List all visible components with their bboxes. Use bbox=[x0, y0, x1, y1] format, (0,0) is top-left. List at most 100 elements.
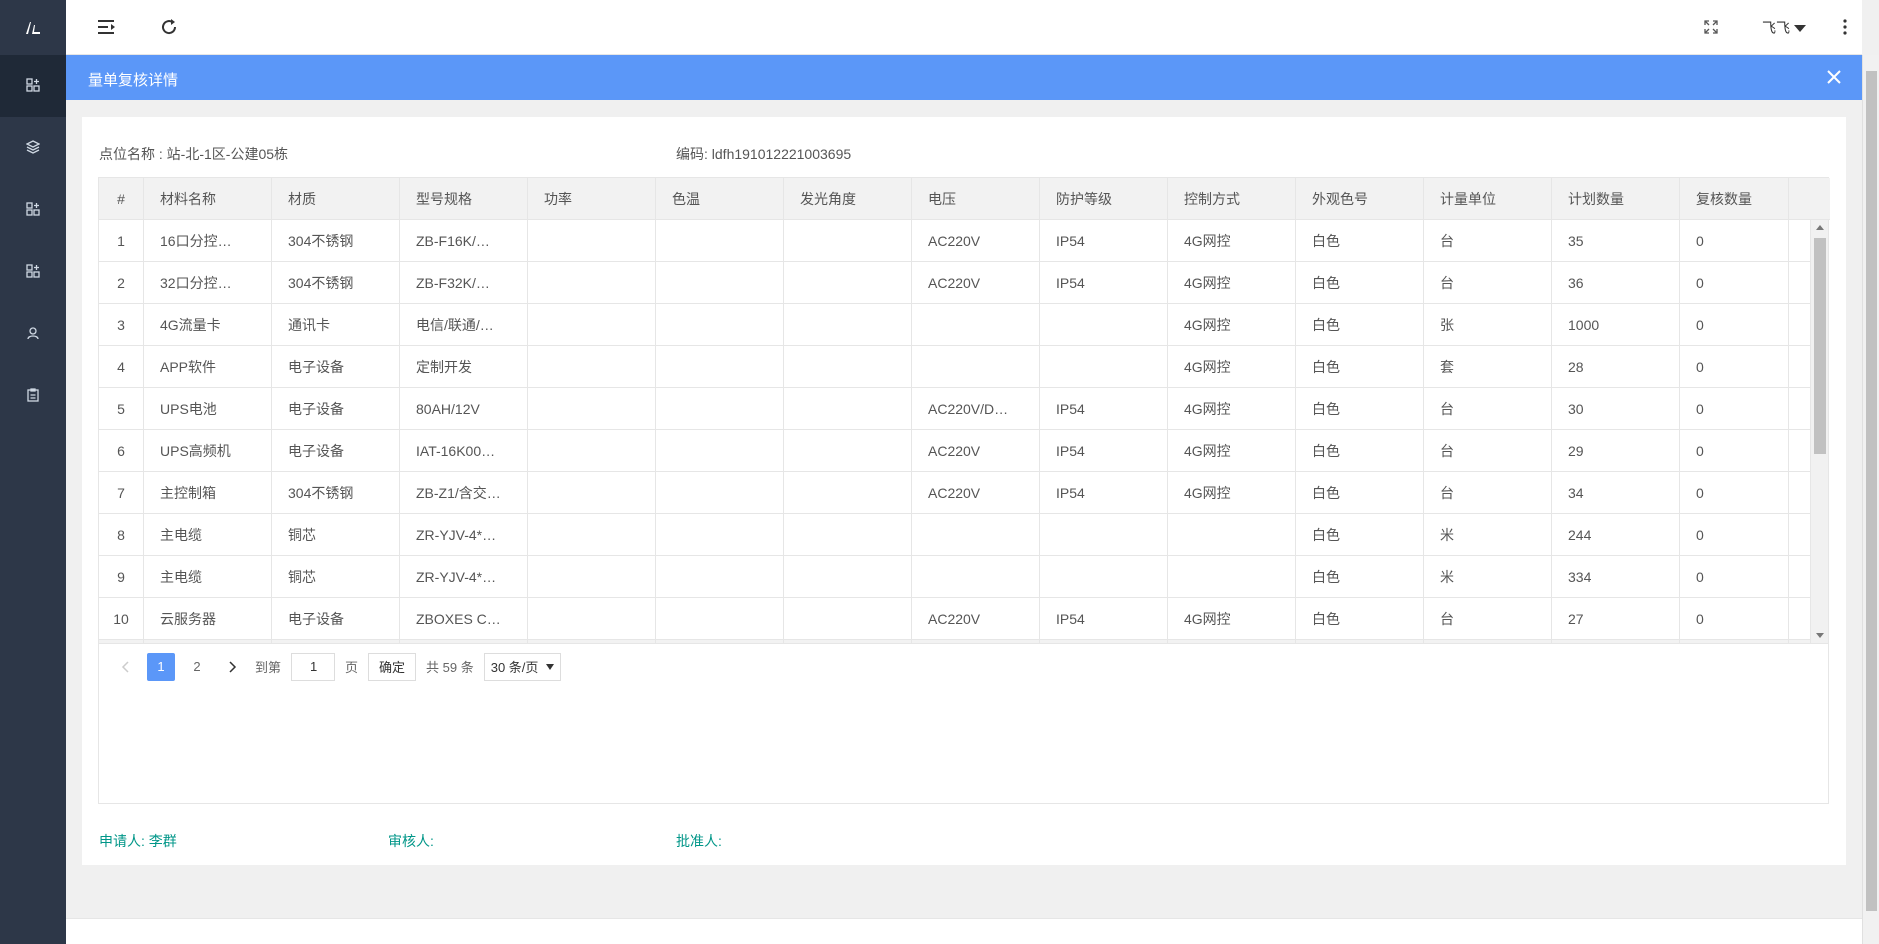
table-cell: IP54 bbox=[1040, 220, 1168, 261]
table-cell: 0 bbox=[1680, 556, 1789, 597]
table-cell: IP54 bbox=[1040, 472, 1168, 513]
column-header[interactable]: 材料名称 bbox=[144, 178, 272, 220]
table-cell bbox=[656, 598, 784, 639]
more-vertical-icon[interactable] bbox=[1834, 16, 1856, 38]
table-cell: IAT-16K00… bbox=[400, 430, 528, 471]
table-scrollbar[interactable] bbox=[1810, 220, 1828, 643]
table-cell bbox=[528, 472, 656, 513]
table-cell: ZBOXES C… bbox=[400, 598, 528, 639]
table-row[interactable]: 6 UPS高频机 电子设备 IAT-16K00… AC220V IP54 4G网控 白色台 29… bbox=[99, 430, 1811, 472]
table-cell: 白色 bbox=[1296, 220, 1424, 261]
app-logo[interactable] bbox=[0, 0, 66, 55]
chevron-down-icon bbox=[1794, 24, 1806, 32]
table-cell bbox=[656, 262, 784, 303]
table-cell: 28 bbox=[1552, 346, 1680, 387]
layers-icon bbox=[25, 139, 41, 157]
pagination: 1 2 到第 页 确定 共 59 条 30 条/页 bbox=[99, 643, 1828, 689]
table-cell: 白色 bbox=[1296, 262, 1424, 303]
table-row[interactable]: 1 16口分控… 304不锈钢 ZB-F16K/… AC220V IP54 4G网控 白色台 3… bbox=[99, 220, 1811, 262]
table-cell: 4G网控 bbox=[1168, 220, 1296, 261]
column-header[interactable]: 发光角度 bbox=[784, 178, 912, 220]
table-cell: 台 bbox=[1424, 472, 1552, 513]
table-cell: 米 bbox=[1424, 556, 1552, 597]
table-cell: 0 bbox=[1680, 472, 1789, 513]
column-header[interactable]: 电压 bbox=[912, 178, 1040, 220]
table-cell: 张 bbox=[1424, 304, 1552, 345]
sidebar-item-3[interactable] bbox=[0, 179, 66, 241]
table-cell bbox=[784, 304, 912, 345]
table-cell: 0 bbox=[1680, 430, 1789, 471]
table-cell: 0 bbox=[1680, 388, 1789, 429]
page-button-1[interactable]: 1 bbox=[147, 652, 175, 681]
table-cell: 4G流量卡 bbox=[144, 304, 272, 345]
user-icon bbox=[26, 326, 40, 343]
table-cell bbox=[784, 388, 912, 429]
sidebar-item-1[interactable] bbox=[0, 55, 66, 117]
table-body[interactable]: 1 16口分控… 304不锈钢 ZB-F16K/… AC220V IP54 4G网控 白色台 3… bbox=[99, 220, 1811, 643]
table-cell: 0 bbox=[1680, 346, 1789, 387]
sidebar-item-2[interactable] bbox=[0, 117, 66, 179]
table-cell: 4G网控 bbox=[1168, 304, 1296, 345]
table-cell bbox=[1040, 304, 1168, 345]
scroll-down-icon[interactable] bbox=[1816, 633, 1824, 638]
column-header[interactable]: 计量单位 bbox=[1424, 178, 1552, 220]
scroll-up-icon[interactable] bbox=[1816, 225, 1824, 230]
page-button-2[interactable]: 2 bbox=[183, 653, 211, 681]
table-row[interactable]: 3 4G流量卡 通讯卡 电信/联通/… 4G网控 白色张 1000 0 bbox=[99, 304, 1811, 346]
sidebar-item-6[interactable] bbox=[0, 365, 66, 427]
table-cell: 白色 bbox=[1296, 556, 1424, 597]
table-cell bbox=[1040, 514, 1168, 555]
table-cell: 云服务器 bbox=[144, 598, 272, 639]
column-header[interactable]: 控制方式 bbox=[1168, 178, 1296, 220]
table-row[interactable]: 10 云服务器 电子设备 ZBOXES C… AC220V IP54 4G网控 白色台 27 0 bbox=[99, 598, 1811, 640]
page-size-select[interactable]: 30 条/页 bbox=[483, 652, 562, 681]
column-header[interactable]: 计划数量 bbox=[1552, 178, 1680, 220]
prev-page-icon[interactable] bbox=[111, 653, 139, 681]
column-header[interactable]: 外观色号 bbox=[1296, 178, 1424, 220]
confirm-page-button[interactable]: 确定 bbox=[368, 652, 417, 681]
sidebar-item-5[interactable] bbox=[0, 303, 66, 365]
column-header[interactable]: 材质 bbox=[272, 178, 400, 220]
column-header[interactable]: 色温 bbox=[656, 178, 784, 220]
table-cell bbox=[912, 304, 1040, 345]
table-row[interactable]: 5 UPS电池 电子设备 80AH/12V AC220V/D… IP54 4G网控 白色台 30… bbox=[99, 388, 1811, 430]
location-label: 点位名称 : 站-北-1区-公建05栋 bbox=[99, 146, 289, 162]
column-header[interactable]: 复核数量 bbox=[1680, 178, 1789, 220]
scroll-thumb[interactable] bbox=[1814, 238, 1826, 454]
table-cell bbox=[528, 388, 656, 429]
dropdown-arrow-icon bbox=[546, 663, 555, 670]
column-header[interactable]: # bbox=[99, 178, 144, 220]
fullscreen-icon[interactable] bbox=[1700, 16, 1722, 38]
table-row[interactable]: 9 主电缆 铜芯 ZR-YJV-4*… 白色米 334 0 bbox=[99, 556, 1811, 598]
table-cell: AC220V bbox=[912, 220, 1040, 261]
sidebar bbox=[0, 0, 66, 944]
menu-toggle-icon[interactable] bbox=[96, 16, 118, 38]
table-cell: ZR-YJV-4*… bbox=[400, 556, 528, 597]
page-scrollbar[interactable] bbox=[1862, 55, 1879, 944]
column-header[interactable]: 型号规格 bbox=[400, 178, 528, 220]
user-menu[interactable]: 飞飞 bbox=[1762, 18, 1806, 38]
table-cell bbox=[1040, 556, 1168, 597]
column-header[interactable]: 功率 bbox=[528, 178, 656, 220]
code-label: 编码: ldfh191012221003695 bbox=[676, 146, 852, 162]
table-row[interactable]: 8 主电缆 铜芯 ZR-YJV-4*… 白色米 244 0 bbox=[99, 514, 1811, 556]
table-row[interactable]: 7 主控制箱 304不锈钢 ZB-Z1/含交… AC220V IP54 4G网控 白色台 34 0 bbox=[99, 472, 1811, 514]
page-scroll-thumb[interactable] bbox=[1866, 71, 1877, 911]
table-cell: 304不锈钢 bbox=[272, 472, 400, 513]
table-cell bbox=[656, 472, 784, 513]
next-page-icon[interactable] bbox=[219, 653, 247, 681]
column-header[interactable]: 防护等级 bbox=[1040, 178, 1168, 220]
table-row[interactable]: 2 32口分控… 304不锈钢 ZB-F32K/… AC220V IP54 4G网控 白色台 3… bbox=[99, 262, 1811, 304]
sidebar-item-4[interactable] bbox=[0, 241, 66, 303]
goto-label: 到第 bbox=[255, 660, 282, 675]
table-cell bbox=[528, 514, 656, 555]
table-cell: IP54 bbox=[1040, 598, 1168, 639]
refresh-icon[interactable] bbox=[158, 16, 180, 38]
table-cell: 台 bbox=[1424, 430, 1552, 471]
close-icon[interactable] bbox=[1824, 67, 1844, 87]
table-cell: 8 bbox=[99, 514, 144, 555]
table-row[interactable]: 4 APP软件 电子设备 定制开发 4G网控 白色套 28 0 bbox=[99, 346, 1811, 388]
page-input[interactable] bbox=[291, 652, 336, 681]
total-count: 共 59 条 bbox=[426, 660, 474, 675]
table-cell: 电子设备 bbox=[272, 430, 400, 471]
